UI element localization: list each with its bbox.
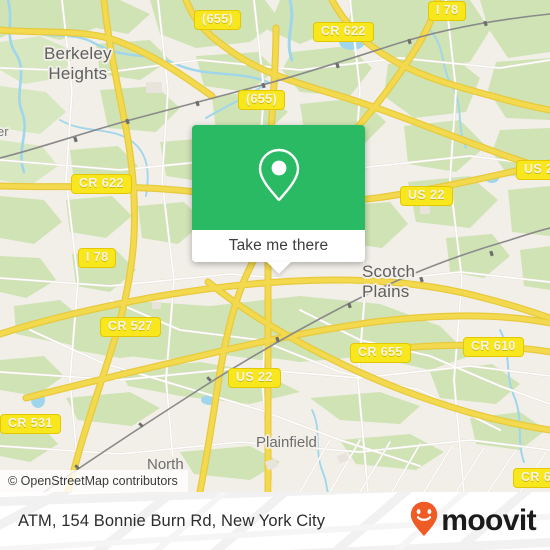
road-shield-655-mid: (655) [238,90,286,110]
road-shield-cr-655-center: CR 655 [350,343,411,363]
take-me-there-label: Take me there [228,237,329,254]
map-pin-icon [256,146,302,209]
take-me-there-button[interactable]: Take me there [192,230,365,262]
location-popup[interactable]: Take me there [192,125,365,274]
road-shield-i-78-top: I 78 [428,1,467,21]
location-title: ATM, 154 Bonnie Burn Rd, New York City [18,492,325,550]
moovit-logo[interactable]: moovit [410,492,537,550]
road-shield-cr-527: CR 527 [100,317,161,337]
moovit-map-screenshot: .g { fill:#cfe3b4; } .g2 { fill:#d7e8c0;… [0,0,550,550]
popup-marker-panel [192,125,365,230]
road-shield-us-22-right: US 22 [516,160,550,180]
footer-bar: ATM, 154 Bonnie Burn Rd, New York City m… [0,492,550,550]
road-shield-cr-531: CR 531 [0,414,61,434]
moovit-wordmark: moovit [441,504,536,537]
road-shield-us-22-center: US 22 [400,186,453,206]
road-shield-655-north: (655) [194,10,242,30]
map-attribution[interactable]: © OpenStreetMap contributors [0,470,188,492]
road-shield-us-22-lower: US 22 [228,368,281,388]
road-shield-cr-622-north: CR 622 [313,22,374,42]
road-shield-cr-610: CR 610 [463,337,524,357]
map-canvas[interactable]: .g { fill:#cfe3b4; } .g2 { fill:#d7e8c0;… [0,0,550,492]
attribution-text: © OpenStreetMap contributors [8,474,178,488]
popup-tail [266,262,291,274]
moovit-pin-smile-icon [410,501,438,542]
road-shield-cr-622-left: CR 622 [71,174,132,194]
location-title-text: ATM, 154 Bonnie Burn Rd, New York City [18,511,326,530]
road-shield-cr-655-corner: CR 655 [513,468,550,488]
road-shield-i-78-left: I 78 [78,248,117,268]
